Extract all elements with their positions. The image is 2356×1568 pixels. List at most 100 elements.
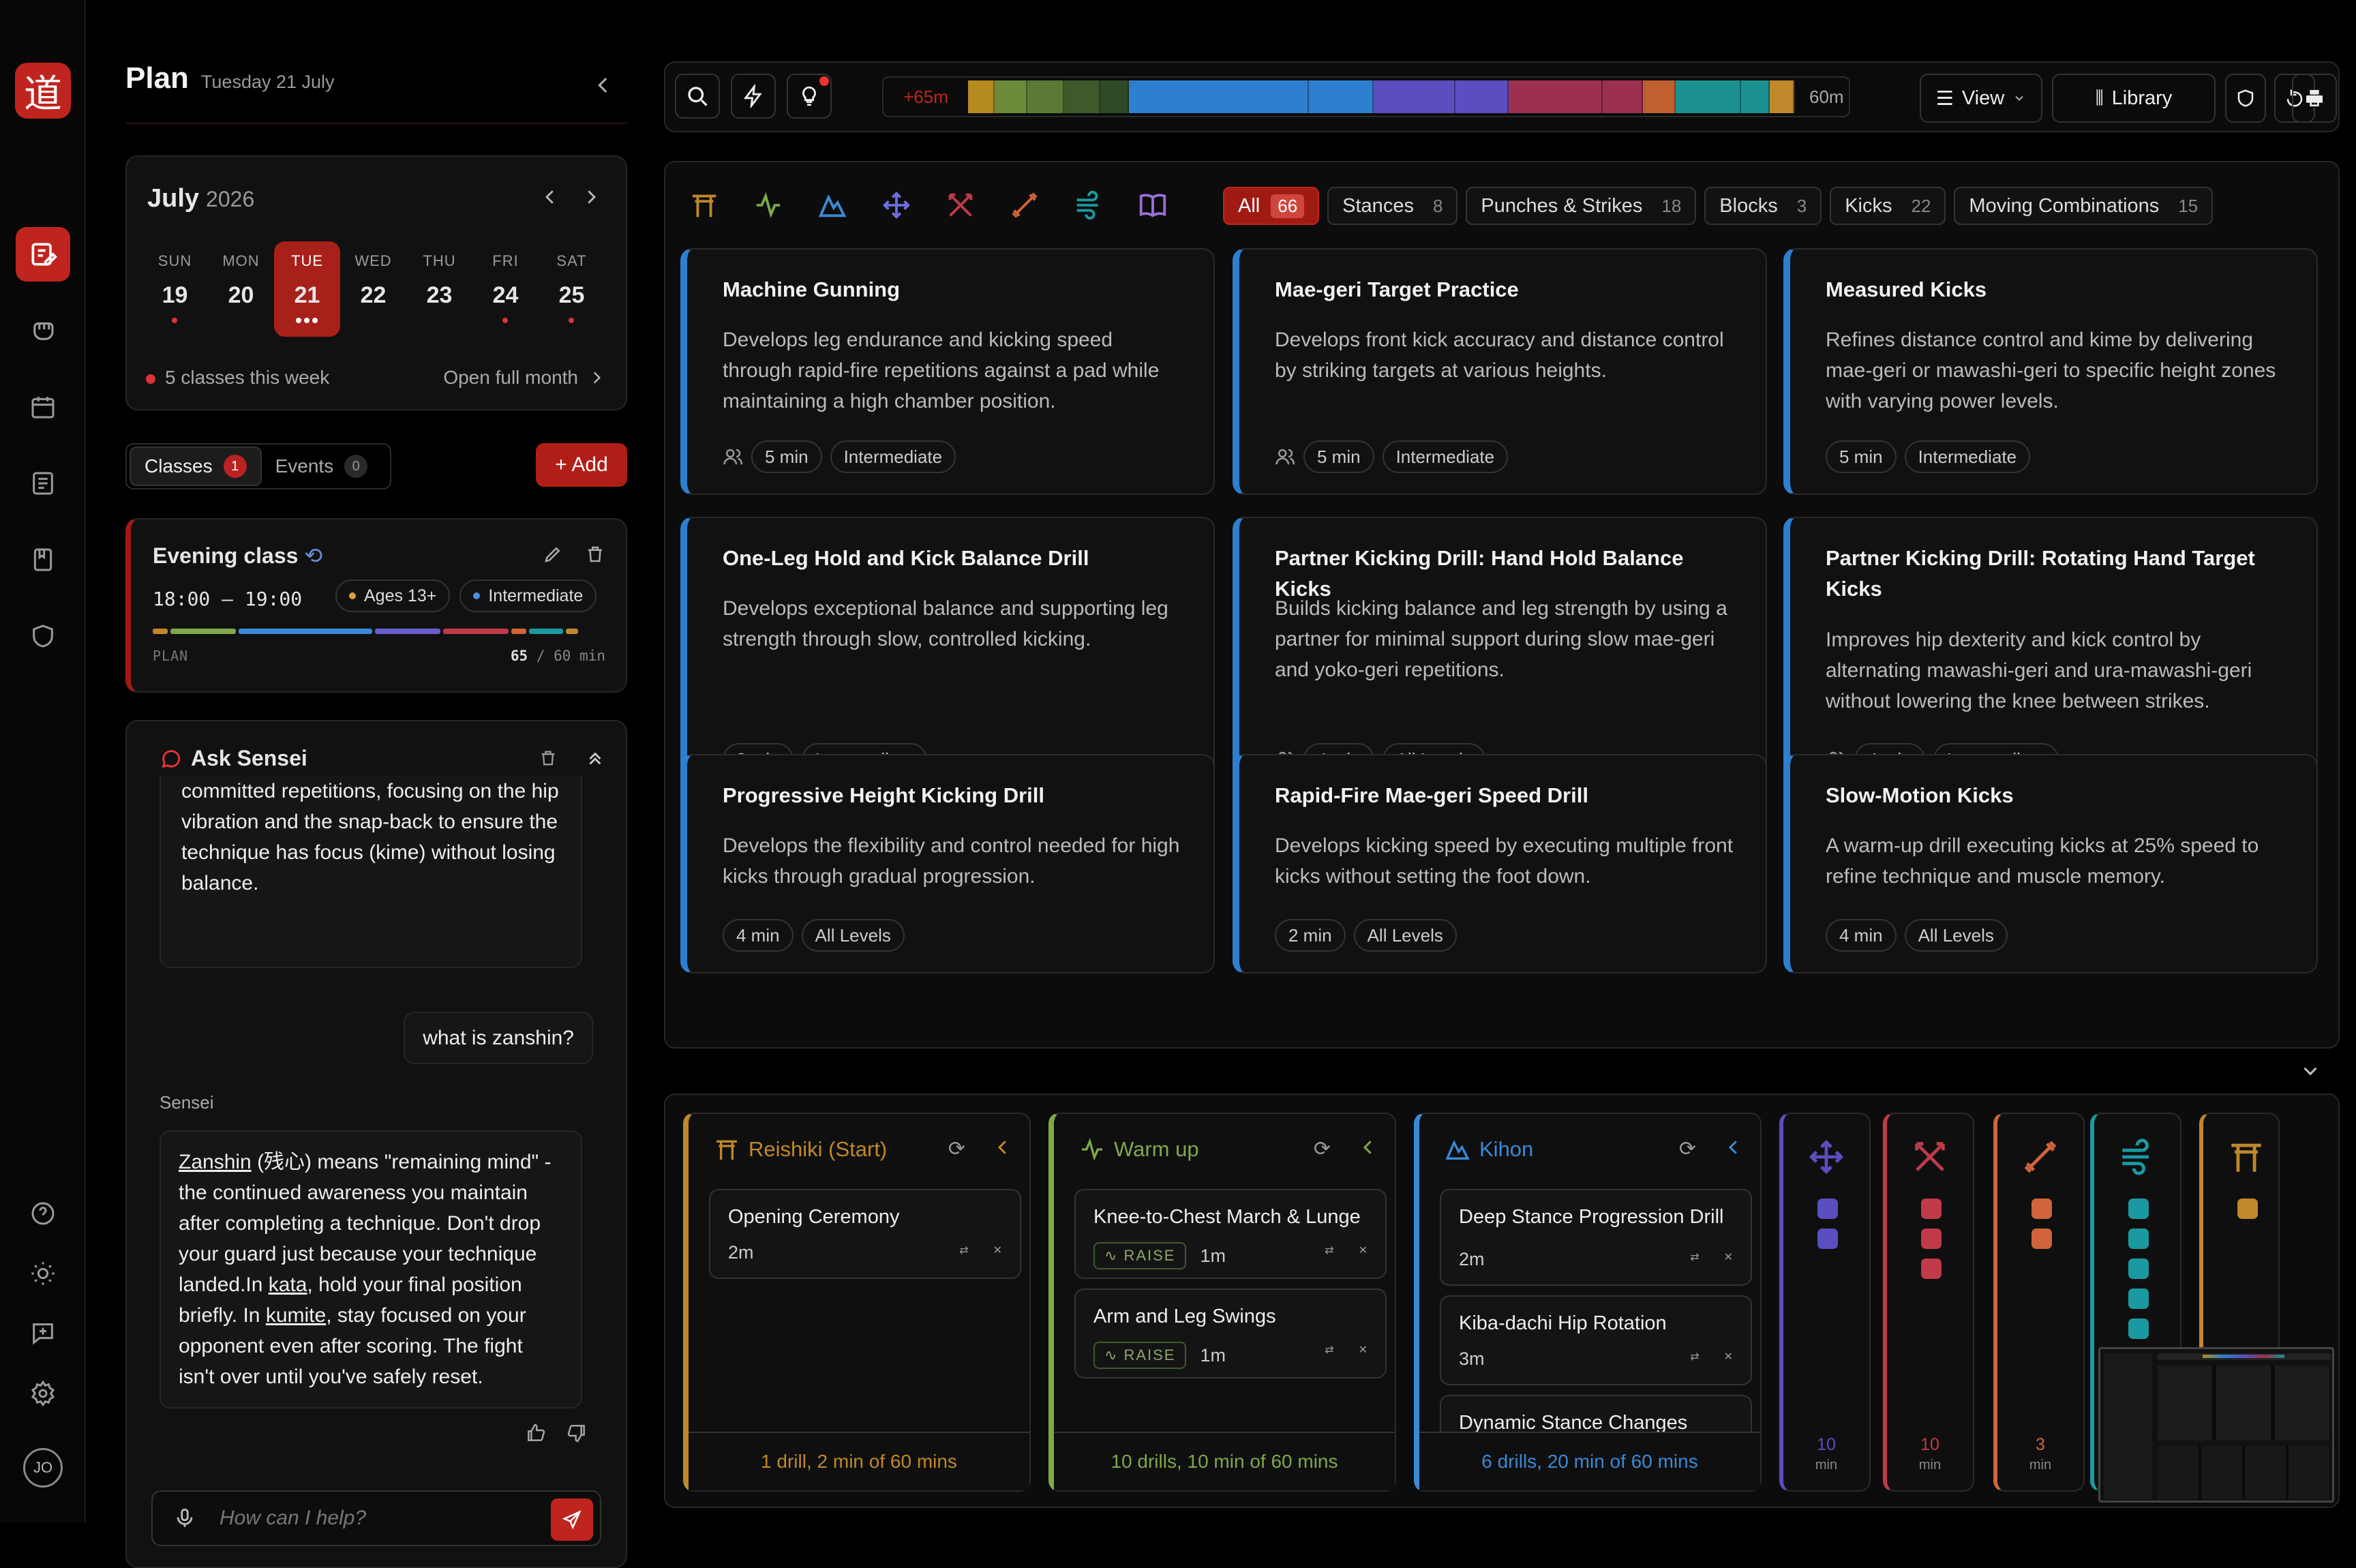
collapsed-section[interactable]: 10 min <box>1883 1113 1974 1492</box>
refresh-icon[interactable]: ⟳ <box>1314 1137 1331 1161</box>
day-fri[interactable]: FRI 24 <box>472 241 539 337</box>
section-title[interactable]: Kihon <box>1479 1137 1533 1162</box>
thumbs-up-icon[interactable] <box>525 1422 547 1444</box>
torii-icon[interactable] <box>689 190 720 221</box>
prev-week-chevron-icon[interactable] <box>540 187 560 207</box>
chevron-left-icon[interactable] <box>1358 1137 1378 1161</box>
add-button[interactable]: + Add <box>536 443 627 487</box>
wind-icon[interactable] <box>1073 190 1104 221</box>
search-icon[interactable] <box>675 74 720 119</box>
chevron-left-icon[interactable] <box>1723 1137 1744 1161</box>
swap-icon[interactable]: ⇄ <box>1690 1250 1699 1264</box>
list-icon[interactable] <box>16 456 70 511</box>
drill-item[interactable]: Knee-to-Chest March & Lunge ∿ RAISE 1m ⇄ ✕ <box>1074 1189 1387 1279</box>
chevron-left-icon[interactable] <box>993 1137 1013 1161</box>
mountain-icon[interactable] <box>817 190 848 221</box>
close-icon[interactable]: ✕ <box>1359 1343 1368 1357</box>
plan-icon[interactable] <box>16 227 70 282</box>
collapsed-section[interactable]: 3 min <box>1993 1113 2085 1492</box>
drill-card[interactable]: Mae-geri Target Practice Develops front k… <box>1233 248 1767 495</box>
drill-item[interactable]: Kiba-dachi Hip Rotation 3m ⇄ ✕ <box>1440 1295 1752 1385</box>
calendar-icon[interactable] <box>16 380 70 434</box>
filter-chip[interactable]: Moving Combinations 15 <box>1954 187 2214 225</box>
dumbbell-icon[interactable] <box>1009 190 1040 221</box>
print-button[interactable] <box>2292 74 2337 123</box>
filter-chip[interactable]: Kicks 22 <box>1830 187 1946 225</box>
day-thu[interactable]: THU 23 <box>406 241 472 337</box>
tab-events[interactable]: Events 0 <box>262 447 382 486</box>
mini-minutes: 3 <box>2036 1435 2045 1454</box>
drill-card[interactable]: Measured Kicks Refines distance control a… <box>1783 248 2318 495</box>
send-button[interactable] <box>551 1498 593 1541</box>
timeline-segment <box>1508 80 1603 113</box>
open-month-link[interactable]: Open full month <box>443 367 605 389</box>
move-arrows-icon[interactable] <box>881 190 912 221</box>
class-card[interactable]: Evening class ⟲ 18:00 – 19:00 Ages 13+ I… <box>125 518 627 693</box>
pulse-icon[interactable] <box>753 190 784 221</box>
filter-chip[interactable]: Punches & Strikes 18 <box>1466 187 1697 225</box>
close-icon[interactable]: ✕ <box>1724 1250 1733 1264</box>
help-icon[interactable] <box>16 1186 70 1241</box>
sun-icon[interactable] <box>16 1246 70 1301</box>
drill-item[interactable]: Arm and Leg Swings ∿ RAISE 1m ⇄ ✕ <box>1074 1288 1387 1378</box>
close-icon[interactable]: ✕ <box>993 1243 1002 1257</box>
book-icon[interactable] <box>16 532 70 587</box>
minimap-thumbnail[interactable] <box>2098 1347 2334 1503</box>
timeline-bar[interactable]: +65m 60m <box>882 76 1850 117</box>
microphone-icon[interactable] <box>173 1507 196 1530</box>
close-icon[interactable]: ✕ <box>1359 1243 1368 1257</box>
collapse-chevrons-up-icon[interactable] <box>585 749 605 769</box>
tab-classes[interactable]: Classes 1 <box>130 447 262 486</box>
filter-chip[interactable]: Stances 8 <box>1327 187 1458 225</box>
day-wed[interactable]: WED 22 <box>340 241 406 337</box>
drill-item[interactable]: Dynamic Stance Changes <box>1440 1395 1752 1434</box>
open-book-icon[interactable] <box>1137 190 1168 221</box>
lightning-icon[interactable] <box>731 74 776 119</box>
view-button[interactable]: ☰ View <box>1920 74 2042 123</box>
clear-chat-trash-icon[interactable] <box>539 749 558 769</box>
drill-duration: 2m <box>728 1242 754 1263</box>
crossed-swords-icon[interactable] <box>945 190 976 221</box>
feedback-icon[interactable] <box>16 1306 70 1361</box>
swap-icon[interactable]: ⇄ <box>1325 1343 1333 1357</box>
avatar[interactable]: JO <box>23 1448 63 1488</box>
edit-pencil-icon[interactable] <box>543 544 563 564</box>
shield-icon[interactable] <box>16 609 70 663</box>
collapse-chevron-left-icon[interactable] <box>592 74 615 97</box>
filter-chip[interactable]: All 66 <box>1223 187 1320 225</box>
close-icon[interactable]: ✕ <box>1724 1350 1733 1363</box>
next-week-chevron-icon[interactable] <box>581 187 601 207</box>
day-tue-selected[interactable]: TUE 21 <box>274 241 340 337</box>
chat-placeholder: How can I help? <box>220 1507 367 1529</box>
filter-chip[interactable]: Blocks 3 <box>1704 187 1822 225</box>
day-sat[interactable]: SAT 25 <box>539 241 605 337</box>
collapse-chevron-down-icon[interactable] <box>2299 1059 2322 1083</box>
drill-square <box>2128 1258 2149 1279</box>
drill-card[interactable]: Slow-Motion Kicks A warm-up drill executi… <box>1783 754 2318 974</box>
section-title[interactable]: Reishiki (Start) <box>749 1137 887 1162</box>
drill-card[interactable]: Rapid-Fire Mae-geri Speed Drill Develops … <box>1233 754 1767 974</box>
fist-icon[interactable] <box>16 303 70 358</box>
lightbulb-icon[interactable] <box>787 74 832 119</box>
day-mon[interactable]: MON 20 <box>208 241 274 337</box>
collapsed-section[interactable]: 10 min <box>1779 1113 1871 1492</box>
refresh-icon[interactable]: ⟳ <box>948 1137 965 1161</box>
thumbs-down-icon[interactable] <box>566 1422 588 1444</box>
drill-card[interactable]: Progressive Height Kicking Drill Develops… <box>680 754 1215 974</box>
library-button[interactable]: ⫼ Library <box>2052 74 2216 123</box>
drill-item[interactable]: Opening Ceremony 2m ⇄ ✕ <box>709 1189 1021 1279</box>
swap-icon[interactable]: ⇄ <box>1690 1350 1699 1363</box>
settings-icon[interactable] <box>16 1366 70 1421</box>
swap-icon[interactable]: ⇄ <box>959 1243 968 1257</box>
day-sun[interactable]: SUN 19 <box>142 241 208 337</box>
chat-input[interactable]: How can I help? <box>151 1490 601 1546</box>
refresh-icon[interactable]: ⟳ <box>1679 1137 1696 1161</box>
app-logo[interactable]: 道 <box>15 63 71 119</box>
shield-button[interactable] <box>2225 74 2266 123</box>
timeline-segment <box>994 80 1027 113</box>
swap-icon[interactable]: ⇄ <box>1325 1243 1333 1257</box>
drill-item[interactable]: Deep Stance Progression Drill 2m ⇄ ✕ <box>1440 1189 1752 1286</box>
delete-trash-icon[interactable] <box>585 544 605 564</box>
section-title[interactable]: Warm up <box>1114 1137 1199 1162</box>
drill-card[interactable]: Machine Gunning Develops leg endurance an… <box>680 248 1215 495</box>
